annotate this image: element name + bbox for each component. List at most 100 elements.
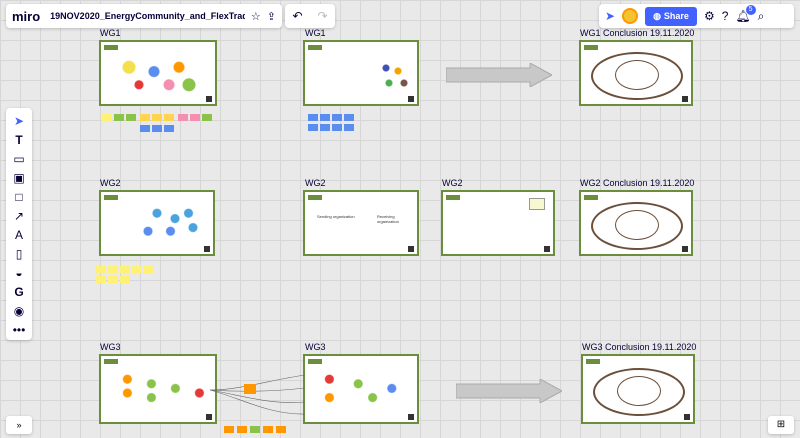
sticky-note[interactable]	[132, 266, 142, 273]
sticky-note[interactable]	[96, 276, 106, 283]
sticky-cluster	[121, 206, 211, 242]
template-icon[interactable]: ◒	[15, 266, 22, 280]
settings-icon[interactable]: ⚙	[704, 9, 715, 23]
frame-label-wg2b: WG2	[305, 178, 326, 188]
more-icon[interactable]: •••	[13, 323, 26, 337]
sticky-note[interactable]	[152, 114, 162, 121]
redo-icon[interactable]: ↷	[317, 9, 327, 23]
frame-wg2-b[interactable]: Sending organization Receiving organizat…	[303, 190, 419, 256]
frame-corner-icon	[684, 414, 690, 420]
miro-logo[interactable]: miro	[12, 9, 40, 24]
sticky-note-icon[interactable]: ▭	[13, 152, 24, 166]
share-button[interactable]: ◍ Share	[645, 6, 697, 26]
sticky-note[interactable]	[276, 426, 286, 433]
sticky-note[interactable]	[144, 266, 154, 273]
sticky-note[interactable]	[250, 426, 260, 433]
frame-logo	[104, 195, 118, 200]
frame-logo	[104, 359, 118, 364]
sticky-note[interactable]	[164, 125, 174, 132]
bell-icon[interactable]: 🔔︎ 5	[735, 5, 756, 23]
avatar[interactable]	[622, 8, 639, 24]
zoom-button[interactable]: ⊞	[768, 416, 794, 434]
frame-logo	[584, 45, 598, 50]
sticky-note[interactable]	[140, 114, 150, 121]
pen-icon[interactable]: A	[15, 228, 23, 242]
cursor-icon[interactable]: ➤	[14, 114, 24, 128]
help-icon[interactable]: ?	[722, 9, 729, 23]
frame-label-wg2a: WG2	[100, 178, 121, 188]
frame-corner-icon	[206, 96, 212, 102]
google-icon[interactable]: G	[14, 285, 23, 299]
frame-label-wg3b: WG3	[305, 342, 326, 352]
frame-wg1-conclusion[interactable]	[579, 40, 693, 106]
sticky-note[interactable]	[140, 125, 150, 132]
frame-logo	[586, 359, 600, 364]
sticky-note[interactable]	[120, 276, 130, 283]
sticky-note[interactable]	[164, 114, 174, 121]
sticky-note[interactable]	[320, 124, 330, 131]
comment-icon[interactable]: ▯	[16, 247, 23, 261]
board-title[interactable]: 19NOV2020_EnergyCommunity_and_FlexTradin…	[50, 11, 245, 21]
inner-ellipse	[617, 376, 661, 406]
sticky-note[interactable]	[152, 125, 162, 132]
shape-icon[interactable]: □	[15, 190, 22, 204]
sticky-note[interactable]	[237, 426, 247, 433]
frame-wg1-a[interactable]	[99, 40, 217, 106]
sticky-note[interactable]	[263, 426, 273, 433]
frame-label-wg1c: WG1 Conclusion 19.11.2020	[580, 28, 695, 38]
frame-corner-icon	[408, 246, 414, 252]
upload-icon[interactable]: ⇪	[267, 10, 276, 23]
frame-logo	[308, 195, 322, 200]
receiving-org-label: Receiving organization	[377, 214, 399, 224]
sticky-note[interactable]	[96, 266, 106, 273]
sticky-note[interactable]	[344, 124, 354, 131]
sticky-note[interactable]	[190, 114, 200, 121]
sticky-note[interactable]	[320, 114, 330, 121]
frame-label-wg2c: WG2	[442, 178, 463, 188]
inner-ellipse	[615, 60, 659, 90]
frame-wg2-c[interactable]	[441, 190, 555, 256]
undo-icon[interactable]: ↶	[292, 9, 302, 23]
frame-label-wg1a: WG1	[100, 28, 121, 38]
sticky-note[interactable]	[108, 266, 118, 273]
frame-wg1-b[interactable]	[303, 40, 419, 106]
frame-wg3-b[interactable]	[303, 354, 419, 424]
sticky-note[interactable]	[120, 266, 130, 273]
frame-label-wg3a: WG3	[100, 342, 121, 352]
sticky-note[interactable]	[126, 114, 136, 121]
undo-redo-group: ↶ ↷	[285, 4, 335, 28]
frame-logo	[308, 359, 322, 364]
cursor-icon[interactable]: ➤	[605, 9, 615, 23]
left-toolbar: ➤ T ▭ ▣ □ ↗ A ▯ ◒ G ◉ •••	[6, 108, 32, 340]
sticky-note[interactable]	[108, 276, 118, 283]
sticky-note[interactable]	[202, 114, 212, 121]
orange-node	[244, 384, 256, 394]
frame-wg2-conclusion[interactable]	[579, 190, 693, 256]
frame-corner-icon	[682, 246, 688, 252]
sending-org-label: Sending organization	[317, 214, 355, 219]
text-icon[interactable]: T	[15, 133, 22, 147]
frame-logo	[104, 45, 118, 50]
sticky-note[interactable]	[308, 114, 318, 121]
camera-icon[interactable]: ◉	[14, 304, 24, 318]
right-toolbar: ➤ ◍ Share ⚙ ? 🔔︎ 5 ⌕	[599, 4, 794, 28]
frame-wg2-a[interactable]	[99, 190, 215, 256]
line-icon[interactable]: ↗	[14, 209, 24, 223]
sticky-note[interactable]	[102, 114, 112, 121]
frame-wg3-a[interactable]	[99, 354, 217, 424]
frame-label-wg3c: WG3 Conclusion 19.11.2020	[582, 342, 697, 352]
star-icon[interactable]: ☆	[251, 10, 261, 23]
frame-corner-icon	[408, 96, 414, 102]
sticky-note[interactable]	[344, 114, 354, 121]
frame-wg3-conclusion[interactable]	[581, 354, 695, 424]
sticky-note[interactable]	[114, 114, 124, 121]
sticky-note[interactable]	[332, 114, 342, 121]
frame-label-wg2d: WG2 Conclusion 19.11.2020	[580, 178, 695, 188]
expand-panel-button[interactable]: »	[6, 416, 32, 434]
frame-icon[interactable]: ▣	[13, 171, 24, 185]
sticky-note[interactable]	[308, 124, 318, 131]
sticky-note[interactable]	[332, 124, 342, 131]
search-icon[interactable]: ⌕	[758, 9, 765, 24]
sticky-note[interactable]	[178, 114, 188, 121]
sticky-note[interactable]	[224, 426, 234, 433]
